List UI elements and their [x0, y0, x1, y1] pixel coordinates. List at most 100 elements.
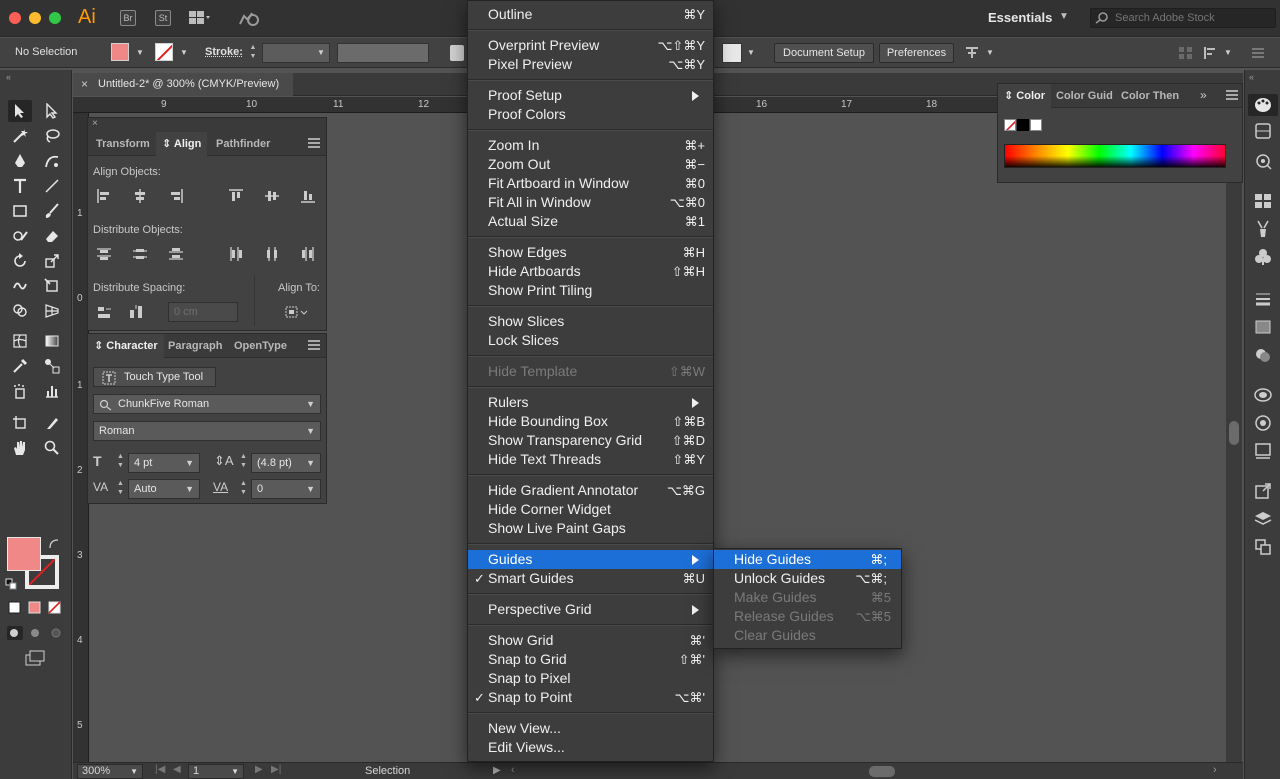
panel-menu-icon[interactable]	[1226, 90, 1238, 100]
minimize-window-button[interactable]	[29, 12, 41, 24]
menu-item-pixel-preview[interactable]: Pixel Preview ⌥⌘Y	[468, 55, 713, 74]
align-top-icon[interactable]	[228, 188, 244, 204]
font-style-select[interactable]: Roman ▼	[93, 421, 321, 441]
tab-transform[interactable]: Transform	[96, 132, 150, 156]
menu-item-hide-gradient-annotator[interactable]: Hide Gradient Annotator ⌥⌘G	[468, 481, 713, 500]
tab-pathfinder[interactable]: Pathfinder	[216, 132, 270, 156]
expand-tabs-icon[interactable]: »	[1200, 88, 1207, 102]
rectangle-tool[interactable]	[8, 200, 32, 222]
brushes-icon[interactable]	[1254, 220, 1272, 238]
leading-input[interactable]: (4.8 pt) ▼	[251, 453, 321, 473]
distribute-left-icon[interactable]	[228, 246, 244, 262]
arrange-icon[interactable]	[1178, 46, 1194, 60]
chevron-down-icon[interactable]: ▼	[1224, 48, 1232, 57]
tracking-stepper[interactable]: ▲ ▼	[240, 479, 247, 497]
tab-color[interactable]: ⇕ Color	[998, 84, 1052, 108]
color-spectrum[interactable]	[1004, 144, 1226, 168]
brush-definition-swatch[interactable]	[450, 45, 464, 61]
layers-icon[interactable]	[1254, 510, 1272, 528]
horizontal-distribute-space-icon[interactable]	[128, 304, 144, 320]
touch-type-tool-button[interactable]: Touch Type Tool	[93, 367, 216, 387]
slice-tool[interactable]	[40, 412, 64, 434]
scroll-left-icon[interactable]: ‹	[511, 764, 515, 776]
warp-tool[interactable]	[8, 275, 32, 297]
stock-button[interactable]: St	[155, 10, 171, 26]
font-size-stepper[interactable]: ▲ ▼	[117, 452, 124, 470]
font-size-input[interactable]: 4 pt ▼	[128, 453, 200, 473]
line-segment-tool[interactable]	[40, 175, 64, 197]
tab-color-guide[interactable]: Color Guid	[1056, 84, 1113, 108]
close-panel-icon[interactable]: ×	[92, 118, 98, 129]
perspective-grid-tool[interactable]	[40, 300, 64, 322]
distribute-bottom-icon[interactable]	[168, 246, 184, 262]
gradient-mode-icon[interactable]	[28, 598, 42, 614]
draw-behind-icon[interactable]	[27, 622, 45, 638]
stock-search-box[interactable]	[1090, 8, 1276, 28]
menu-item-fit-all[interactable]: Fit All in Window ⌥⌘0	[468, 193, 713, 212]
free-transform-tool[interactable]	[40, 275, 64, 297]
libraries-icon[interactable]	[1254, 442, 1272, 460]
tracking-input[interactable]: 0 ▼	[251, 479, 321, 499]
menu-item-show-edges[interactable]: Show Edges ⌘H	[468, 243, 713, 262]
menu-item-snap-to-pixel[interactable]: Snap to Pixel	[468, 669, 713, 688]
panel-menu-icon[interactable]	[1250, 46, 1266, 60]
align-right-icon[interactable]	[168, 188, 184, 204]
menu-item-new-view[interactable]: New View...	[468, 719, 713, 738]
align-bottom-icon[interactable]	[300, 188, 316, 204]
symbols-icon[interactable]	[1254, 248, 1272, 266]
fill-color-box[interactable]	[7, 537, 41, 571]
menu-item-lock-slices[interactable]: Lock Slices	[468, 331, 713, 350]
none-mode-icon[interactable]	[48, 598, 62, 614]
tab-color-themes[interactable]: Color Then	[1121, 84, 1179, 108]
distribute-vertical-center-icon[interactable]	[132, 246, 148, 262]
chevron-down-icon[interactable]: ▼	[986, 48, 994, 57]
tab-character[interactable]: ⇕ Character	[88, 334, 164, 358]
export-icon[interactable]	[1254, 482, 1272, 500]
black-swatch[interactable]	[1017, 119, 1029, 131]
menu-item-proof-setup[interactable]: Proof Setup	[468, 86, 713, 105]
artboard-tool[interactable]	[8, 412, 32, 434]
arrange-documents-icon[interactable]	[189, 11, 211, 25]
last-artboard-icon[interactable]: ▶|	[271, 764, 281, 775]
artboard-number-select[interactable]: 1 ▼	[188, 764, 244, 779]
tab-opentype[interactable]: OpenType	[234, 334, 287, 358]
menu-item-show-print-tiling[interactable]: Show Print Tiling	[468, 281, 713, 300]
expand-dock-icon[interactable]: «	[1249, 72, 1254, 82]
selection-tool[interactable]	[8, 100, 32, 122]
menu-item-hide-artboards[interactable]: Hide Artboards ⇧⌘H	[468, 262, 713, 281]
stock-search-input[interactable]	[1115, 9, 1275, 27]
symbol-sprayer-tool[interactable]	[8, 380, 32, 402]
menu-item-hide-text-threads[interactable]: Hide Text Threads ⇧⌘Y	[468, 450, 713, 469]
menu-item-snap-to-point[interactable]: ✓ Snap to Point ⌥⌘'	[468, 688, 713, 707]
artboards-icon[interactable]	[1254, 538, 1272, 556]
fill-color-mode-icon[interactable]	[8, 598, 22, 614]
menu-item-overprint-preview[interactable]: Overprint Preview ⌥⇧⌘Y	[468, 36, 713, 55]
distribute-horizontal-center-icon[interactable]	[264, 246, 280, 262]
paintbrush-tool[interactable]	[40, 200, 64, 222]
preferences-button[interactable]: Preferences	[879, 43, 954, 63]
menu-item-fit-artboard[interactable]: Fit Artboard in Window ⌘0	[468, 174, 713, 193]
column-graph-tool[interactable]	[40, 380, 64, 402]
collapse-icon[interactable]: «	[6, 72, 11, 82]
horizontal-scrollbar-thumb[interactable]	[869, 766, 895, 777]
shape-builder-tool[interactable]	[8, 300, 32, 322]
chevron-down-icon[interactable]: ▼	[180, 48, 188, 57]
draw-inside-icon[interactable]	[48, 622, 66, 638]
rotate-tool[interactable]	[8, 250, 32, 272]
align-horizontal-center-icon[interactable]	[132, 188, 148, 204]
kerning-input[interactable]: Auto ▼	[128, 479, 200, 499]
first-artboard-icon[interactable]: |◀	[155, 764, 165, 775]
curvature-tool[interactable]	[40, 150, 64, 172]
scrollbar-thumb[interactable]	[1229, 421, 1239, 445]
none-swatch[interactable]	[1004, 119, 1016, 131]
pen-tool[interactable]	[8, 150, 32, 172]
tab-align[interactable]: ⇕ Align	[156, 132, 208, 156]
color-guide-icon[interactable]	[1254, 122, 1272, 140]
menu-item-zoom-in[interactable]: Zoom In ⌘+	[468, 136, 713, 155]
graphic-style-swatch[interactable]	[722, 43, 742, 63]
variable-width-profile[interactable]	[337, 43, 429, 63]
menu-item-hide-bounding-box[interactable]: Hide Bounding Box ⇧⌘B	[468, 412, 713, 431]
direct-selection-tool[interactable]	[40, 100, 64, 122]
blend-tool[interactable]	[40, 355, 64, 377]
default-fill-stroke-icon[interactable]	[5, 575, 17, 590]
